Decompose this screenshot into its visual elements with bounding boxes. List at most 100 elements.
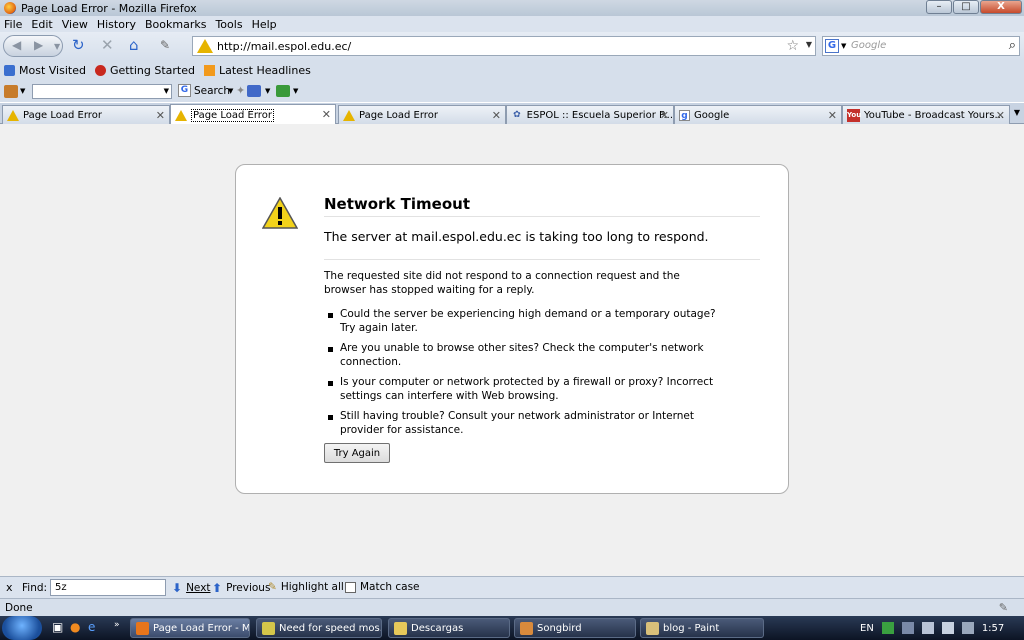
up-arrow-icon: ⬆ [212, 581, 223, 595]
close-window-button[interactable]: X [980, 0, 1022, 14]
search-dropdown-icon[interactable]: ▼ [228, 87, 233, 95]
tab-close-icon[interactable]: ✕ [828, 109, 837, 122]
tab-youtube[interactable]: You YouTube - Broadcast Yours... ✕ [842, 105, 1010, 124]
match-case-checkbox[interactable]: Match case [345, 581, 420, 593]
menu-help[interactable]: Help [252, 18, 277, 31]
find-label: Find: [22, 582, 48, 594]
tab-espol[interactable]: ✿ ESPOL :: Escuela Superior P... ✕ [506, 105, 674, 124]
find-next-button[interactable]: ⬇ Next [172, 581, 211, 595]
volume-icon[interactable] [941, 622, 954, 634]
tray-help-icon[interactable] [901, 622, 914, 634]
taskbar-item-paint[interactable]: blog - Paint [640, 618, 764, 638]
toolbar-sparkle-icon[interactable]: ✦ [236, 84, 245, 97]
error-suggestions-list: Could the server be experiencing high de… [328, 308, 728, 444]
tab-label: Google [694, 109, 730, 121]
url-bar[interactable]: http://mail.espol.edu.ec/ ☆ ▼ [192, 36, 816, 56]
toolbar-search-button[interactable]: Search [194, 85, 230, 97]
firefox-icon [136, 622, 149, 635]
toolbar-dropdown-icon[interactable]: ▼ [20, 87, 25, 95]
task-label: Descargas [411, 622, 464, 634]
bookmarks-toolbar: Most Visited Getting Started Latest Head… [0, 60, 1024, 81]
show-desktop-icon[interactable]: ▣ [52, 620, 63, 634]
bookmark-getting-started[interactable]: Getting Started [94, 64, 195, 77]
back-forward-group: ◀ ▶ ▼ [3, 35, 63, 57]
toolbar-input-dropdown-icon[interactable]: ▼ [164, 87, 169, 95]
ie-quicklaunch-icon[interactable]: e [88, 620, 95, 634]
warning-icon [197, 39, 213, 53]
highlight-all-button[interactable]: ✎ Highlight all [268, 581, 344, 593]
google-engine-icon[interactable]: G [825, 39, 839, 53]
find-close-icon[interactable]: x [6, 581, 13, 594]
tray-app-icon[interactable] [881, 622, 894, 634]
engine-dropdown-icon[interactable]: ▼ [841, 42, 846, 50]
google-toolbar: ▼ ▼ G Search ▼ ✦ ▼ ▼ [0, 81, 1024, 102]
taskbar-item-nfs[interactable]: Need for speed mos... [256, 618, 382, 638]
toolbar-logo-icon[interactable] [4, 85, 18, 98]
taskbar-item-firefox[interactable]: Page Load Error - M... [130, 618, 250, 638]
tab-close-icon[interactable]: ✕ [322, 108, 331, 121]
folder-icon [262, 622, 275, 635]
most-visited-icon [4, 65, 15, 76]
start-button[interactable] [2, 616, 42, 640]
try-again-button[interactable]: Try Again [324, 443, 390, 463]
language-indicator[interactable]: EN [860, 623, 874, 634]
monitor-dropdown-icon[interactable]: ▼ [265, 87, 270, 95]
back-arrow-icon[interactable]: ◀ [12, 38, 21, 52]
tray-misc-icon[interactable] [961, 622, 974, 634]
bookmark-latest-headlines[interactable]: Latest Headlines [204, 64, 311, 77]
tab-bar: Page Load Error ✕ Page Load Error ✕ Page… [0, 103, 1024, 125]
task-label: Page Load Error - M... [153, 622, 250, 634]
menu-bar: File Edit View History Bookmarks Tools H… [0, 16, 1024, 32]
list-item: Could the server be experiencing high de… [328, 308, 728, 335]
home-icon[interactable]: ⌂ [129, 37, 139, 53]
bookmark-most-visited[interactable]: Most Visited [4, 64, 86, 77]
menu-bookmarks[interactable]: Bookmarks [145, 18, 206, 31]
url-text[interactable]: http://mail.espol.edu.ec/ [217, 40, 351, 53]
tab-close-icon[interactable]: ✕ [996, 109, 1005, 122]
menu-history[interactable]: History [97, 18, 136, 31]
taskbar-item-descargas[interactable]: Descargas [388, 618, 510, 638]
menu-tools[interactable]: Tools [215, 18, 242, 31]
clock[interactable]: 1:57 [982, 623, 1004, 634]
tab-close-icon[interactable]: ✕ [156, 109, 165, 122]
taskbar-item-songbird[interactable]: Songbird [514, 618, 636, 638]
warning-icon [343, 109, 355, 121]
tab-close-icon[interactable]: ✕ [660, 109, 669, 122]
tab-page-load-error-3[interactable]: Page Load Error ✕ [338, 105, 506, 124]
url-dropdown-icon[interactable]: ▼ [806, 40, 812, 49]
tab-close-icon[interactable]: ✕ [492, 109, 501, 122]
bookmark-star-icon[interactable]: ☆ [786, 38, 799, 54]
stop-icon[interactable]: ✕ [101, 37, 114, 53]
firefox-quicklaunch-icon[interactable]: ● [70, 620, 80, 634]
error-title: Network Timeout [324, 195, 760, 217]
tab-page-load-error-2[interactable]: Page Load Error ✕ [170, 104, 336, 125]
search-bar[interactable]: G ▼ Google ⌕ [822, 36, 1020, 56]
menu-view[interactable]: View [62, 18, 88, 31]
green-dropdown-icon[interactable]: ▼ [293, 87, 298, 95]
all-tabs-dropdown-icon[interactable]: ▼ [1014, 108, 1020, 117]
reload-icon[interactable]: ↻ [72, 37, 85, 53]
status-addon-icon[interactable]: ✎ [999, 601, 1008, 614]
tab-google[interactable]: g Google ✕ [674, 105, 842, 124]
page-content: Network Timeout The server at mail.espol… [0, 124, 1024, 576]
menu-file[interactable]: File [4, 18, 22, 31]
firefox-logo-icon [4, 2, 16, 14]
search-magnifier-icon[interactable]: ⌕ [1009, 38, 1016, 53]
toolbar-search-input[interactable]: ▼ [32, 84, 172, 99]
menu-edit[interactable]: Edit [31, 18, 52, 31]
navigation-toolbar: ◀ ▶ ▼ ↻ ✕ ⌂ ✎ http://mail.espol.edu.ec/ … [0, 32, 1024, 60]
minimize-button[interactable]: – [926, 0, 952, 14]
toolbar-monitor-icon[interactable] [247, 85, 261, 97]
history-dropdown-icon[interactable]: ▼ [54, 42, 60, 51]
tab-page-load-error-1[interactable]: Page Load Error ✕ [2, 105, 170, 124]
checkbox-box[interactable] [345, 581, 356, 593]
task-label: Songbird [537, 622, 582, 634]
toolbar-green-icon[interactable] [276, 85, 290, 97]
find-input[interactable]: 5z [50, 579, 166, 596]
quicklaunch-more-icon[interactable]: » [114, 620, 120, 630]
forward-arrow-icon[interactable]: ▶ [34, 38, 43, 52]
maximize-button[interactable]: □ [953, 0, 979, 14]
addon-icon[interactable]: ✎ [160, 37, 170, 53]
find-previous-button[interactable]: ⬆ Previous [212, 581, 270, 595]
network-icon[interactable] [921, 622, 934, 634]
